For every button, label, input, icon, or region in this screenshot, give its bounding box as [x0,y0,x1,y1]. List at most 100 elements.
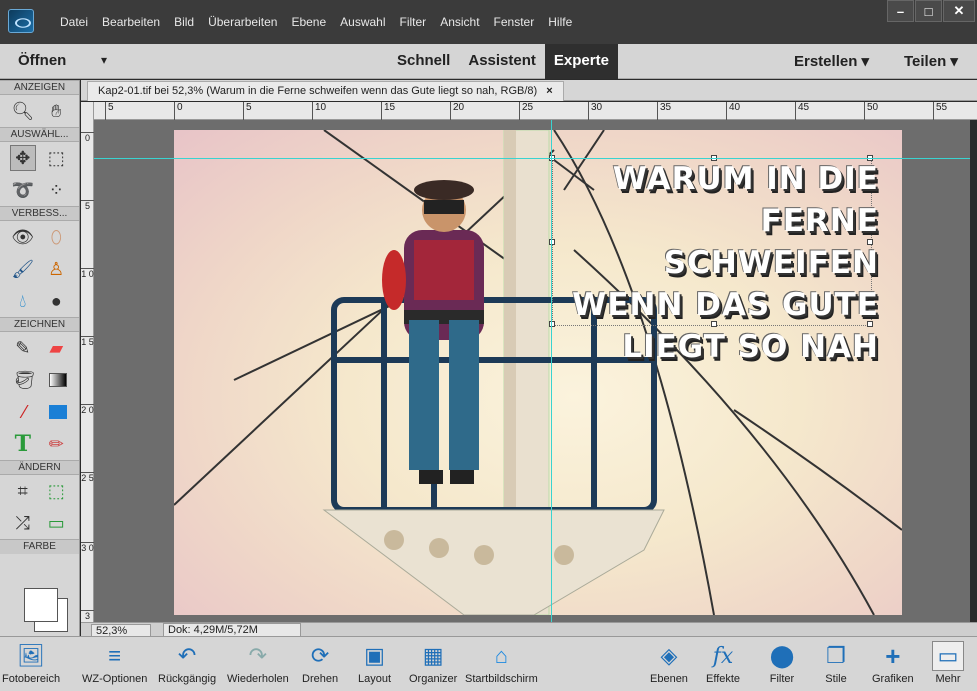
paint-bucket-tool-icon[interactable]: 🪣︎ [12,367,38,393]
photo-canvas[interactable]: Warum in die Ferne schweifen wenn das Gu… [174,130,902,615]
fx-icon: fx [712,643,734,669]
smart-brush-tool-icon[interactable]: 🖌︎ [10,256,36,282]
filter-icon: ⬤ [769,643,795,668]
tools-section-select: AUSWÄHL... [0,127,79,142]
organizer-icon: ▦ [422,643,444,668]
main-menu: Datei Bearbeiten Bild Überarbeiten Ebene… [60,15,572,29]
hand-tool-icon[interactable]: ✋︎ [43,98,69,124]
ruler-tick: 0 [174,102,183,120]
tab-schnell[interactable]: Schnell [388,44,459,79]
document-tab[interactable]: Kap2-01.tif bei 52,3% (Warum in die Fern… [87,81,564,101]
rotate-label: Drehen [302,673,339,685]
ruler-tick: 3 0 [81,542,94,553]
menu-auswahl[interactable]: Auswahl [340,15,385,29]
undo-icon: ↶ [177,643,197,668]
menu-hilfe[interactable]: Hilfe [548,15,572,29]
effects-button[interactable]: fx Effekte [706,641,740,691]
close-tab-icon[interactable]: × [546,85,552,97]
menu-ansicht[interactable]: Ansicht [440,15,479,29]
document-size-info[interactable]: Dok: 4,29M/5,72M [163,623,301,637]
photo-bin-icon: 🖼︎ [17,643,46,668]
more-button[interactable]: ▭ Mehr [932,641,964,691]
layout-button[interactable]: ▣ Layout [358,641,391,691]
horizontal-guide[interactable] [94,158,970,159]
tool-options-label: WZ-Optionen [82,673,148,685]
redo-button[interactable]: ↷ Wiederholen [227,641,289,691]
type-tool-icon[interactable]: T [10,431,36,457]
recompose-tool-icon[interactable]: ⬚ [43,478,69,504]
color-swatches [24,588,70,632]
ruler-tick: 3 [81,610,94,621]
ruler-tick: 2 0 [81,404,94,415]
ruler-tick: 50 [864,102,878,120]
open-dropdown-icon[interactable]: ▾ [101,53,107,67]
tools-section-modify: ÄNDERN [0,460,79,475]
transform-handle[interactable] [549,239,555,245]
mode-bar: Öffnen ▾ Schnell Assistent Experte Erste… [0,44,977,79]
eraser-tool-icon[interactable]: ▰ [43,335,69,361]
menu-ueberarbeiten[interactable]: Überarbeiten [208,15,277,29]
blur-tool-icon[interactable]: 💧︎ [10,288,36,314]
content-aware-move-tool-icon[interactable]: ⤮ [10,510,36,536]
undo-button[interactable]: ↶ Rückgängig [158,641,216,691]
healing-brush-tool-icon[interactable]: ⬯ [43,224,69,250]
canvas-area[interactable]: Warum in die Ferne schweifen wenn das Gu… [94,120,970,622]
shape-tool-icon[interactable] [49,405,68,419]
ruler-top: 5 0 5 10 15 20 25 30 35 40 45 50 55 [89,102,977,120]
layers-button[interactable]: ◈ Ebenen [650,641,688,691]
minimize-icon[interactable]: – [887,0,914,22]
rotate-icon: ⟳ [310,643,330,668]
layout-label: Layout [358,673,392,685]
filter-button[interactable]: ⬤ Filter [766,641,798,691]
more-label: Mehr [935,673,961,685]
tool-options-button[interactable]: ≡ WZ-Optionen [82,641,147,691]
maximize-icon[interactable]: □ [915,0,942,22]
headline-line: wenn das Gute [572,287,879,323]
rotate-button[interactable]: ⟳ Drehen [302,641,338,691]
lasso-tool-icon[interactable]: ➰ [10,177,36,203]
eyedropper-tool-icon[interactable]: ⁄ [12,399,38,425]
foreground-color-swatch[interactable] [24,588,58,622]
graphics-button[interactable]: + Grafiken [872,641,914,691]
ruler-left: 0 5 1 0 1 5 2 0 2 5 3 0 3 [81,102,94,622]
headline-text[interactable]: Warum in die Ferne schweifen wenn das Gu… [559,158,879,368]
clone-stamp-tool-icon[interactable]: ♙ [43,256,69,282]
red-eye-tool-icon[interactable]: 👁︎ [10,224,36,250]
sponge-tool-icon[interactable]: ● [43,288,69,314]
layers-icon: ◈ [660,643,678,668]
menu-ebene[interactable]: Ebene [291,15,326,29]
close-window-icon[interactable]: ✕ [943,0,975,22]
crop-tool-icon[interactable]: ⌗ [10,478,36,504]
transform-handle[interactable] [549,321,555,327]
pencil-tool-icon[interactable]: ✏︎ [43,431,69,457]
ruler-tick: 1 0 [81,268,94,279]
marquee-tool-icon[interactable]: ⬚ [43,145,69,171]
tab-experte[interactable]: Experte [544,44,618,79]
ruler-tick: 0 [81,132,94,143]
zoom-tool-icon[interactable]: 🔍︎ [10,98,36,124]
ruler-tick: 5 [243,102,252,120]
home-screen-button[interactable]: ⌂ Startbildschirm [465,641,538,691]
more-panel-icon: ▭ [932,641,964,671]
vertical-guide[interactable] [551,120,552,622]
straighten-tool-icon[interactable]: ▭ [43,510,69,536]
menu-bild[interactable]: Bild [174,15,194,29]
quick-select-tool-icon[interactable]: ⁘ [43,177,69,203]
tab-assistent[interactable]: Assistent [459,44,545,79]
menu-filter[interactable]: Filter [400,15,427,29]
menu-fenster[interactable]: Fenster [494,15,535,29]
move-tool-icon[interactable]: ✥ [9,145,36,171]
styles-button[interactable]: ❐ Stile [820,641,852,691]
share-button[interactable]: Teilen ▾ [904,52,958,70]
create-button[interactable]: Erstellen ▾ [794,52,869,70]
tools-section-view: ANZEIGEN [0,80,79,95]
gradient-tool-icon[interactable] [49,373,68,387]
menu-datei[interactable]: Datei [60,15,88,29]
document-tab-title: Kap2-01.tif bei 52,3% (Warum in die Fern… [98,85,538,97]
photo-bin-button[interactable]: 🖼︎ Fotobereich [2,641,60,691]
share-label: Teilen [904,53,947,70]
menu-bearbeiten[interactable]: Bearbeiten [102,15,160,29]
brush-tool-icon[interactable]: ✎ [10,335,36,361]
organizer-button[interactable]: ▦ Organizer [409,641,457,691]
open-button[interactable]: Öffnen [18,52,66,69]
